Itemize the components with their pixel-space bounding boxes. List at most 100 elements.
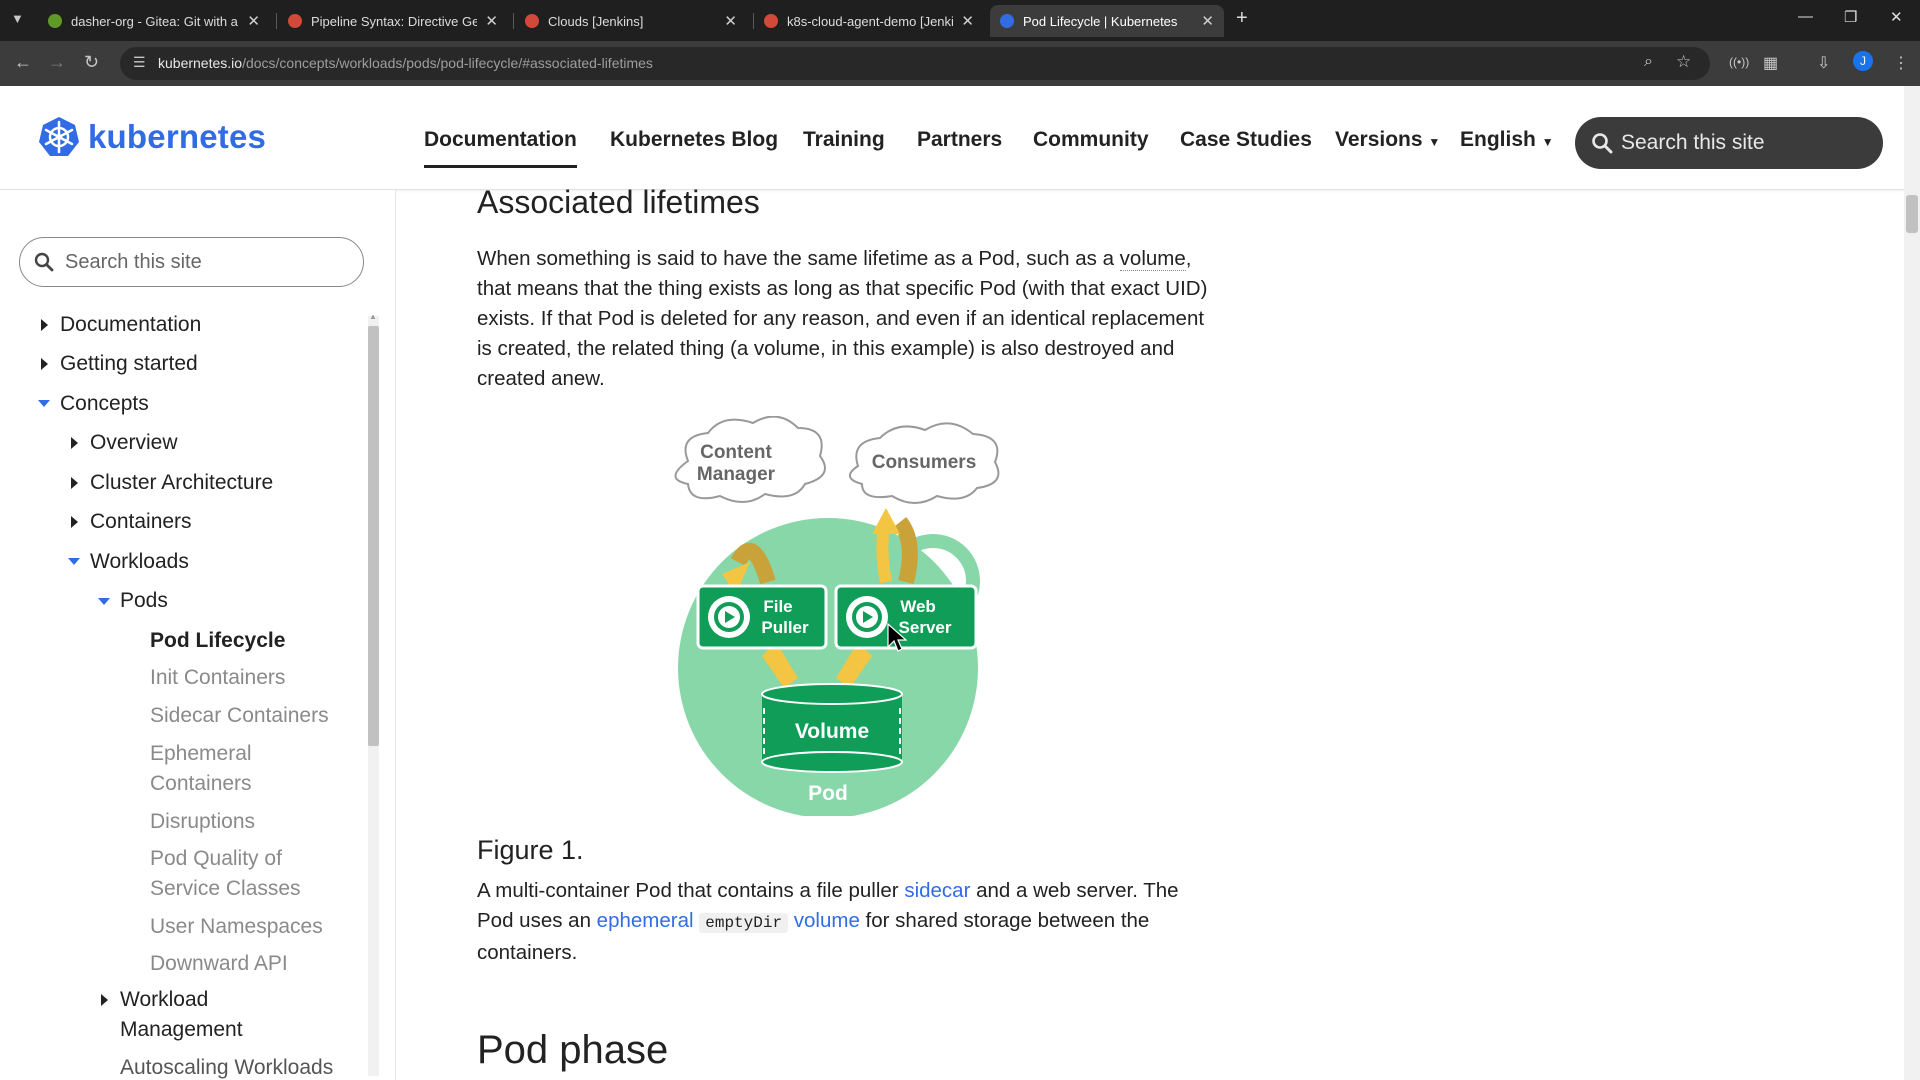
sidebar-item-disruptions[interactable]: Disruptions (150, 807, 255, 837)
consumers-cloud: Consumers (849, 422, 1000, 504)
nav-kubernetes-blog[interactable]: Kubernetes Blog (610, 128, 778, 152)
menu-kebab-icon[interactable]: ⋮ (1893, 53, 1909, 73)
expand-caret-icon[interactable] (101, 994, 108, 1006)
associated-lifetimes-paragraph: When something is said to have the same … (477, 244, 1217, 394)
close-icon[interactable]: ✕ (724, 12, 737, 30)
tab-k8s-cloud-agent-demo[interactable]: k8s-cloud-agent-demo [Jenkins] ✕ (754, 5, 984, 37)
expand-caret-icon[interactable] (71, 516, 78, 528)
sidebar-item-containers[interactable]: Containers (90, 507, 192, 537)
nav-documentation[interactable]: Documentation (424, 128, 577, 168)
sidebar-item-ephemeral-containers[interactable]: Ephemeral (150, 739, 252, 769)
scroll-up-arrow-icon[interactable]: ▲ (369, 312, 377, 321)
ephemeral-link[interactable]: ephemeral (597, 909, 694, 932)
close-icon[interactable]: ✕ (1201, 12, 1214, 30)
collapse-caret-icon[interactable] (68, 558, 80, 565)
browser-tab-bar: ▼ dasher-org - Gitea: Git with a cup of … (0, 0, 1920, 41)
sidebar-item-getting-started[interactable]: Getting started (60, 349, 198, 379)
tab-gitea[interactable]: dasher-org - Gitea: Git with a cup of te… (38, 5, 270, 37)
caption-text: A multi-container Pod that contains a fi… (477, 879, 905, 902)
close-icon[interactable]: ✕ (247, 12, 260, 30)
expand-caret-icon[interactable] (41, 319, 48, 331)
minimize-icon[interactable]: — (1798, 8, 1813, 25)
extensions-puzzle-icon[interactable]: ▦ (1763, 53, 1778, 73)
tab-separator (513, 13, 514, 29)
nav-training[interactable]: Training (803, 128, 885, 152)
sidebar-item-pods[interactable]: Pods (120, 586, 168, 616)
header-search-box[interactable]: Search this site (1575, 117, 1883, 169)
nav-versions-dropdown[interactable]: Versions ▼ (1335, 128, 1440, 152)
content-manager-cloud: Content Manager (674, 416, 826, 503)
figure-caption: A multi-container Pod that contains a fi… (477, 876, 1217, 968)
sidecar-link[interactable]: sidecar (904, 879, 970, 902)
sidebar-item-pod-lifecycle[interactable]: Pod Lifecycle (150, 626, 285, 656)
close-icon[interactable]: ✕ (961, 12, 974, 30)
page-scrollbar-track[interactable] (1904, 86, 1920, 1080)
volume-link[interactable]: volume (1119, 247, 1186, 271)
site-info-icon[interactable]: ☰ (133, 54, 146, 71)
search-icon (1592, 133, 1613, 154)
kubernetes-logo[interactable]: kubernetes (38, 116, 266, 158)
sidebar-item-downward-api[interactable]: Downward API (150, 949, 288, 979)
new-tab-icon[interactable]: + (1236, 7, 1248, 30)
sidebar-item-pod-qos[interactable]: Pod Quality of (150, 844, 282, 874)
bookmark-star-icon[interactable]: ☆ (1676, 52, 1691, 72)
tab-pipeline-syntax[interactable]: Pipeline Syntax: Directive Generator ✕ (278, 5, 508, 37)
tab-clouds-jenkins[interactable]: Clouds [Jenkins] ✕ (515, 5, 747, 37)
sidebar-search-input[interactable]: Search this site (19, 237, 364, 287)
jenkins-favicon-icon (288, 14, 302, 28)
sidebar-item-workload-management[interactable]: Workload (120, 985, 208, 1015)
logo-wordmark: kubernetes (88, 118, 267, 155)
sidebar-item-workload-management-line2[interactable]: Management (120, 1015, 243, 1045)
file-puller-label: File (763, 597, 792, 616)
sidebar-item-ephemeral-containers-line2[interactable]: Containers (150, 769, 252, 799)
back-icon[interactable]: ← (14, 52, 32, 73)
reload-icon[interactable]: ↻ (84, 52, 99, 73)
nav-case-studies[interactable]: Case Studies (1180, 128, 1312, 152)
volume-link-caption[interactable]: volume (794, 909, 860, 932)
para-text: When something is said to have the same … (477, 247, 1120, 270)
gitea-favicon-icon (48, 14, 62, 28)
forward-icon[interactable]: → (48, 52, 66, 73)
kubernetes-favicon-icon (1000, 14, 1014, 28)
sidebar-item-sidecar-containers[interactable]: Sidecar Containers (150, 701, 329, 731)
profile-avatar[interactable]: J (1853, 51, 1873, 71)
sidebar-item-overview[interactable]: Overview (90, 428, 178, 458)
restore-icon[interactable]: ❐ (1844, 8, 1857, 26)
zoom-icon[interactable]: ⌕ (1644, 53, 1653, 71)
jenkins-favicon-icon (764, 14, 778, 28)
sidebar-item-documentation[interactable]: Documentation (60, 310, 201, 340)
address-bar[interactable]: ☰ kubernetes.io/docs/concepts/workloads/… (120, 47, 1710, 80)
file-puller-container: File Puller (696, 584, 828, 650)
browser-toolbar: ← → ↻ ☰ kubernetes.io/docs/concepts/work… (0, 41, 1920, 86)
site-header: kubernetes Documentation Kubernetes Blog… (0, 86, 1904, 190)
sidebar-item-user-namespaces[interactable]: User Namespaces (150, 912, 323, 942)
sidebar-scrollbar-thumb[interactable] (368, 326, 379, 746)
close-icon[interactable]: ✕ (485, 12, 498, 30)
sidebar-item-init-containers[interactable]: Init Containers (150, 663, 285, 693)
sidebar-item-workloads[interactable]: Workloads (90, 547, 189, 577)
mouse-cursor-icon (887, 623, 907, 652)
figure-title: Figure 1. (477, 835, 584, 865)
extension-icon[interactable]: ((•)) (1729, 55, 1749, 69)
sidebar-item-cluster-architecture[interactable]: Cluster Architecture (90, 468, 273, 498)
expand-caret-icon[interactable] (41, 358, 48, 370)
collapse-caret-icon[interactable] (38, 400, 50, 407)
sidebar-item-concepts[interactable]: Concepts (60, 389, 149, 419)
header-search-placeholder: Search this site (1621, 131, 1765, 154)
search-icon (34, 252, 54, 272)
download-icon[interactable]: ⇩ (1817, 53, 1830, 73)
sidebar-item-pod-qos-line2[interactable]: Service Classes (150, 874, 301, 904)
nav-community[interactable]: Community (1033, 128, 1149, 152)
pod-label: Pod (808, 782, 848, 805)
tab-search-icon[interactable]: ▼ (11, 11, 24, 26)
tab-pod-lifecycle[interactable]: Pod Lifecycle | Kubernetes ✕ (990, 5, 1224, 37)
expand-caret-icon[interactable] (71, 477, 78, 489)
nav-language-dropdown[interactable]: English ▼ (1460, 128, 1554, 152)
nav-partners[interactable]: Partners (917, 128, 1002, 152)
url-text: kubernetes.io/docs/concepts/workloads/po… (158, 55, 653, 71)
close-window-icon[interactable]: ✕ (1890, 8, 1903, 26)
expand-caret-icon[interactable] (71, 437, 78, 449)
sidebar-item-autoscaling-workloads[interactable]: Autoscaling Workloads (120, 1053, 333, 1080)
collapse-caret-icon[interactable] (98, 598, 110, 605)
page-scrollbar-thumb[interactable] (1906, 195, 1918, 233)
